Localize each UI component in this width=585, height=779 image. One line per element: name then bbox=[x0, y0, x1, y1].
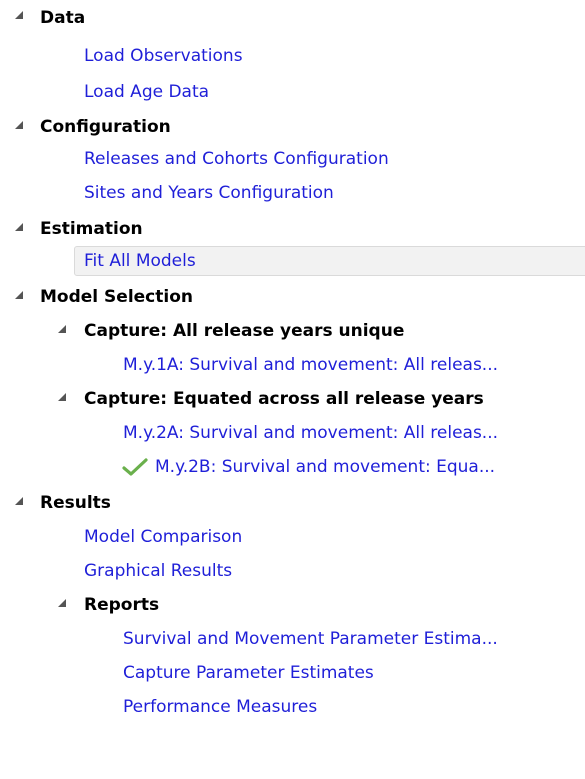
tree-item-graphical-results[interactable]: Graphical Results bbox=[84, 555, 232, 587]
expanded-triangle-icon[interactable] bbox=[58, 599, 66, 607]
tree-item-sites-years-configuration[interactable]: Sites and Years Configuration bbox=[84, 177, 334, 209]
tree-node-reports[interactable]: Reports bbox=[84, 589, 159, 621]
tree-item-fit-all-models[interactable]: Fit All Models bbox=[84, 245, 196, 277]
tree-node-data[interactable]: Data bbox=[40, 2, 85, 34]
tree-item-model-my1a[interactable]: M.y.1A: Survival and movement: All relea… bbox=[123, 349, 498, 381]
expanded-triangle-icon[interactable] bbox=[15, 11, 23, 19]
tree-item-releases-cohorts-configuration[interactable]: Releases and Cohorts Configuration bbox=[84, 143, 389, 175]
tree-item-model-my2a[interactable]: M.y.2A: Survival and movement: All relea… bbox=[123, 417, 498, 449]
tree-item-load-age-data[interactable]: Load Age Data bbox=[84, 76, 209, 108]
expanded-triangle-icon[interactable] bbox=[15, 291, 23, 299]
tree-item-model-comparison[interactable]: Model Comparison bbox=[84, 521, 242, 553]
tree-node-capture-equated[interactable]: Capture: Equated across all release year… bbox=[84, 383, 484, 415]
tree-item-capture-parameter-estimates[interactable]: Capture Parameter Estimates bbox=[123, 657, 374, 689]
expanded-triangle-icon[interactable] bbox=[58, 393, 66, 401]
tree-node-results[interactable]: Results bbox=[40, 487, 111, 519]
tree-node-configuration[interactable]: Configuration bbox=[40, 111, 171, 143]
tree-item-model-my2b[interactable]: M.y.2B: Survival and movement: Equa... bbox=[155, 451, 495, 483]
checkmark-icon bbox=[122, 458, 148, 476]
tree-item-performance-measures[interactable]: Performance Measures bbox=[123, 691, 317, 723]
tree-node-capture-all-unique[interactable]: Capture: All release years unique bbox=[84, 315, 404, 347]
tree-item-survival-movement-estimates[interactable]: Survival and Movement Parameter Estima..… bbox=[123, 623, 498, 655]
expanded-triangle-icon[interactable] bbox=[15, 223, 23, 231]
expanded-triangle-icon[interactable] bbox=[15, 121, 23, 129]
expanded-triangle-icon[interactable] bbox=[15, 497, 23, 505]
tree-node-estimation[interactable]: Estimation bbox=[40, 213, 143, 245]
expanded-triangle-icon[interactable] bbox=[58, 325, 66, 333]
tree-item-load-observations[interactable]: Load Observations bbox=[84, 40, 243, 72]
tree-node-model-selection[interactable]: Model Selection bbox=[40, 281, 193, 313]
